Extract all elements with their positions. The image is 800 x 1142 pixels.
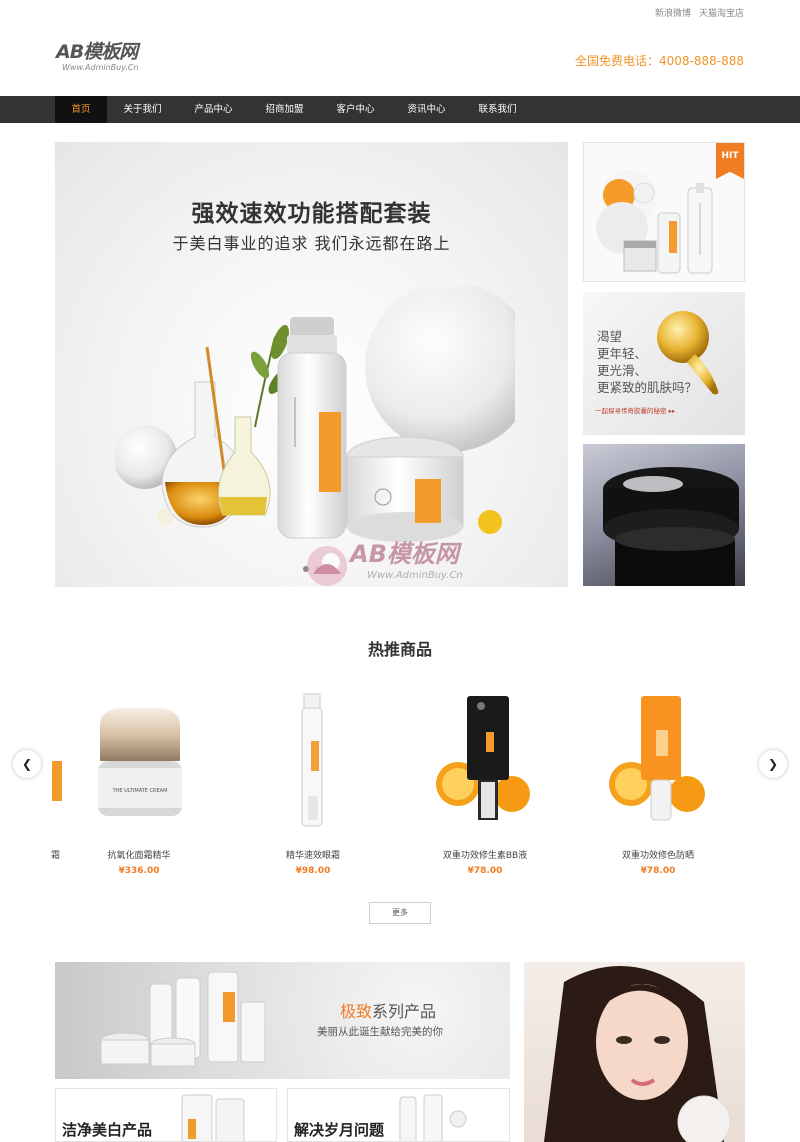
main-nav: 首页 关于我们 产品中心 招商加盟 客户中心 资讯中心 联系我们 [0,96,800,123]
nav-item-products[interactable]: 产品中心 [178,96,249,123]
weibo-link[interactable]: 新浪微博 [655,6,691,19]
watermark: AB模板网 Www.AdminBuy.Cn [305,532,515,602]
product-price: ¥78.00 [640,866,676,876]
category-card-whitening[interactable]: 洁净美白产品 [55,1088,277,1142]
chevron-right-icon: ❯ [767,757,779,771]
side-banner-hit[interactable]: HIT [583,142,745,282]
top-bar: 新浪微博 天猫淘宝店 [0,0,800,24]
series-banner[interactable]: 极致系列产品 美丽从此诞生献给完美的你 [55,962,510,1079]
nav-item-home[interactable]: 首页 [55,96,107,123]
more-products-button[interactable]: 更多 [369,902,431,924]
product-card[interactable]: 精华速效眼霜 ¥98.00 [238,686,388,886]
site-logo[interactable]: AB模板网 Www.AdminBuy.Cn [56,42,176,76]
nav-item-franchise[interactable]: 招商加盟 [249,96,320,123]
product-card[interactable]: THE ULTIMATE CREAM 抗氧化面霜精华 ¥336.00 [64,686,214,886]
model-banner[interactable] [524,962,745,1142]
top-links: 新浪微博 天猫淘宝店 [655,6,744,19]
watermark-subtitle: Www.AdminBuy.Cn [367,570,463,581]
capsule-secret-link[interactable]: 一起探寻传奇胶囊的秘密 ▸▸ [595,405,675,415]
side-banner-cream[interactable] [583,444,745,586]
product-price: ¥78.00 [467,866,503,876]
sunscreen-tube-image [609,696,705,821]
series-subtitle: 美丽从此诞生献给完美的你 [317,1026,443,1038]
cream-jar-image: THE ULTIMATE CREAM [98,708,182,816]
series-title: 极致系列产品 [340,1002,437,1021]
product-card[interactable]: 双重功效修色防晒 ¥78.00 [583,686,733,886]
hero-title: 强效速效功能搭配套装 [191,201,432,227]
hot-products-title: 热推商品 [367,640,432,659]
watermark-logo-icon [307,546,347,586]
nav-item-about[interactable]: 关于我们 [107,96,178,123]
nav-item-customers[interactable]: 客户中心 [320,96,391,123]
carousel-next-button[interactable]: ❯ [759,750,787,778]
black-cream-jar-illustration [603,467,739,586]
side-banner-capsule[interactable]: 渴望 更年轻、 更光滑、 更紧致的肌肤吗？ 一起探寻传奇胶囊的秘密 ▸▸ [583,292,745,435]
hero-subtitle: 于美白事业的追求 我们永远都在路上 [172,234,451,253]
product-name: 双重功效修色防晒 [621,851,694,861]
product-name-partial: 霜 [51,851,61,861]
product-name: 抗氧化面霜精华 [107,851,171,861]
category-card-antiaging[interactable]: 解决岁月问题 [287,1088,510,1142]
card-title: 解决岁月问题 [294,1121,385,1139]
logo-mark: AB模板网 [56,41,138,63]
card-title: 洁净美白产品 [62,1121,153,1139]
product-price: ¥336.00 [118,866,160,876]
product-card[interactable]: 双重功效修生素BB液 ¥78.00 [410,686,560,886]
product-name: 精华速效眼霜 [285,851,340,861]
svg-text:THE ULTIMATE CREAM: THE ULTIMATE CREAM [112,788,168,794]
hotline-phone: 全国免费电话：4008-888-888 [574,54,744,68]
bb-liquid-tube-image [436,696,530,820]
product-price: ¥98.00 [295,866,331,876]
watermark-text: AB模板网 [350,540,459,568]
logo-subtitle: Www.AdminBuy.Cn [62,63,139,72]
tmall-link[interactable]: 天猫淘宝店 [699,6,744,19]
model-portrait-illustration [544,966,731,1142]
product-series-illustration [100,971,266,1067]
nav-item-contact[interactable]: 联系我们 [462,96,533,123]
hero-slider[interactable]: 强效速效功能搭配套装 于美白事业的追求 我们永远都在路上 [55,142,568,587]
hero-product-illustration [115,287,515,542]
eye-cream-tube-image [301,693,323,827]
nav-item-news[interactable]: 资讯中心 [391,96,462,123]
product-name: 双重功效修生素BB液 [442,851,528,861]
